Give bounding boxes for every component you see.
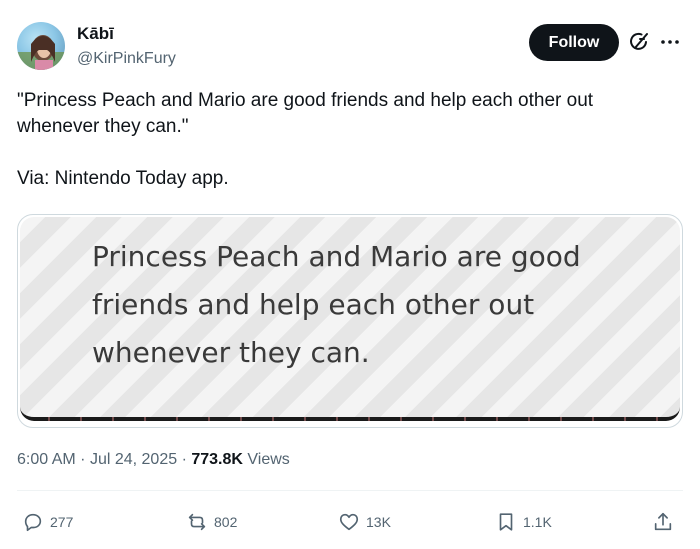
tweet-via: Via: Nintendo Today app.	[17, 168, 229, 189]
views-count: 773.8K	[191, 451, 243, 468]
repost-button[interactable]: 802	[186, 506, 237, 538]
author-names: Kābī @KirPinkFury	[77, 24, 176, 69]
display-name[interactable]: Kābī	[77, 24, 176, 44]
bookmark-icon	[499, 513, 513, 531]
views-label: Views	[247, 451, 290, 468]
reply-count: 277	[50, 514, 74, 530]
tweet-meta: 6:00 AM · Jul 24, 2025 · 773.8K Views	[17, 449, 290, 471]
avatar[interactable]	[17, 22, 65, 70]
action-bar: 277 802 13K 1.1K	[0, 506, 700, 538]
media-caption: Princess Peach and Mario are good friend…	[92, 240, 581, 369]
meta-separator: ·	[80, 451, 86, 468]
tweet-date[interactable]: Jul 24, 2025	[90, 451, 177, 468]
media-bottom-strip	[18, 417, 682, 421]
share-icon	[654, 512, 672, 531]
meta-separator: ·	[181, 451, 187, 468]
like-icon	[339, 513, 359, 531]
follow-button[interactable]: Follow	[529, 24, 619, 61]
like-count: 13K	[366, 514, 391, 530]
grok-icon[interactable]	[627, 30, 651, 54]
tweet: Kābī @KirPinkFury Follow "Princess Peach…	[0, 0, 700, 549]
tweet-text: "Princess Peach and Mario are good frien…	[17, 88, 677, 192]
tweet-time[interactable]: 6:00 AM	[17, 451, 76, 468]
bookmark-button[interactable]: 1.1K	[495, 506, 552, 538]
media-image[interactable]: Princess Peach and Mario are good friend…	[17, 214, 683, 428]
like-button[interactable]: 13K	[338, 506, 391, 538]
tweet-quote: "Princess Peach and Mario are good frien…	[17, 90, 594, 137]
repost-icon	[188, 513, 206, 531]
repost-count: 802	[214, 514, 238, 530]
reply-icon	[24, 513, 42, 532]
share-button[interactable]	[652, 506, 674, 538]
handle[interactable]: @KirPinkFury	[77, 49, 176, 69]
divider	[17, 490, 683, 491]
more-icon[interactable]	[658, 30, 682, 54]
media-image-background: Princess Peach and Mario are good friend…	[20, 217, 680, 421]
bookmark-count: 1.1K	[523, 514, 552, 530]
reply-button[interactable]: 277	[22, 506, 73, 538]
